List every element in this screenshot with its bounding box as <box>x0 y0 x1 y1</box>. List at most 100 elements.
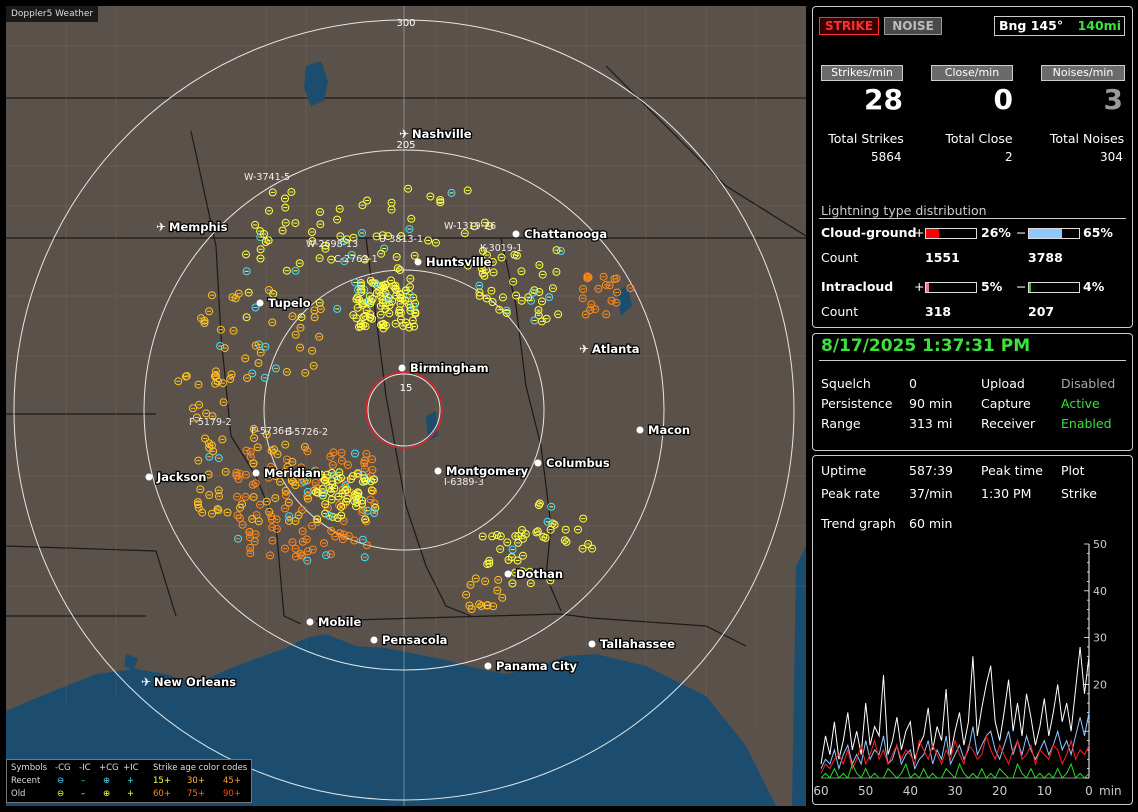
cg-positive-percent: 26% <box>981 225 1011 240</box>
strikes-per-min-value: 28 <box>864 83 903 116</box>
trend-x-tick-label: 30 <box>947 784 962 798</box>
city-columbus: Columbus <box>534 455 611 471</box>
city-label: Tallahassee <box>600 637 675 651</box>
trend-graph-value[interactable]: 60 min <box>909 516 952 531</box>
cg-negative-percent: 65% <box>1083 225 1113 240</box>
bearing-value: Bng 145° <box>999 18 1064 33</box>
city-dot-icon <box>534 459 542 467</box>
storm-label: E-5726-2 <box>285 427 328 438</box>
city-atlanta: ✈ Atlanta <box>579 341 641 358</box>
age-60: 60+ <box>153 789 171 799</box>
strike-button[interactable]: STRIKE <box>819 17 879 35</box>
pos-cg-old-icon: ⊕ <box>103 789 111 799</box>
peak-rate-value: 37/min <box>909 486 953 501</box>
strikes-per-min-button[interactable]: Strikes/min <box>821 65 903 81</box>
peak-time-label: Peak time <box>981 463 1043 478</box>
ic-positive-percent: 5% <box>981 279 1003 294</box>
upload-label: Upload <box>981 376 1025 391</box>
city-label: New Orleans <box>154 675 236 689</box>
city-memphis: ✈ Memphis <box>156 219 229 236</box>
legend-col-pos-cg: +CG <box>99 763 119 773</box>
city-dot-icon <box>145 473 153 481</box>
trend-series-line <box>820 762 1090 779</box>
ic-plus-sign: + <box>914 279 925 294</box>
storm-cell-labels: W-3741-5 W-1319-26 W-2698-13 U-3813-1 K-3019… <box>189 172 522 488</box>
city-dot-icon <box>414 258 422 266</box>
city-label: Tupelo <box>268 296 311 310</box>
city-label: Huntsville <box>426 255 492 269</box>
map-canvas[interactable]: 300 205 15 W-3741-5 W-1319-26 W-2698-13 U-3… <box>6 6 806 806</box>
city-label: Jackson <box>156 470 206 484</box>
cg-positive-count: 1551 <box>925 250 960 265</box>
city-dot-icon <box>512 230 520 238</box>
total-noises-value: 304 <box>1100 150 1123 164</box>
status-panel: 8/17/2025 1:37:31 PM Squelch 0 Upload Di… <box>812 333 1133 451</box>
peak-rate-label: Peak rate <box>821 486 881 501</box>
city-dot-icon <box>588 640 596 648</box>
city-label: Mobile <box>318 615 361 629</box>
age-75: 75+ <box>187 789 205 799</box>
city-dot-icon <box>370 636 378 644</box>
legend-col-neg-ic: -IC <box>79 763 91 773</box>
distance-value: 140mi <box>1077 18 1121 33</box>
city-dot-icon <box>484 662 492 670</box>
storm-label: W-3741-5 <box>244 172 290 183</box>
trend-graph: 20 30 40 50 60 50 40 30 20 10 0 min <box>813 538 1122 798</box>
close-per-min-button[interactable]: Close/min <box>931 65 1013 81</box>
receiver-label: Receiver <box>981 416 1036 431</box>
city-birmingham: Birmingham <box>398 360 490 376</box>
cg-plus-sign: + <box>914 225 925 240</box>
storm-label: U-3813-1 <box>379 234 423 245</box>
storm-label: W-1319-26 <box>444 221 496 232</box>
symbol-legend: Symbols -CG -IC +CG +IC Strike age color… <box>6 759 252 803</box>
neg-cg-recent-icon: ⊖ <box>57 776 65 786</box>
neg-ic-recent-icon: – <box>81 776 86 786</box>
noise-button[interactable]: NOISE <box>884 17 942 35</box>
total-strikes-label: Total Strikes <box>828 131 904 146</box>
noises-per-min-value: 3 <box>1103 83 1123 116</box>
city-new-orleans: ✈ New Orleans <box>141 674 237 691</box>
trend-panel: Uptime 587:39 Peak time Plot Peak rate 3… <box>812 455 1133 805</box>
persistence-label: Persistence <box>821 396 893 411</box>
pos-ic-recent-icon: + <box>127 776 135 786</box>
city-mobile: Mobile <box>306 614 363 630</box>
city-meridian: Meridian <box>252 465 322 481</box>
stats-panel: STRIKE NOISE Bng 145° 140mi Strikes/min … <box>812 6 1133 328</box>
neg-ic-old-icon: – <box>81 789 86 799</box>
ic-negative-bar <box>1028 282 1080 293</box>
trend-x-tick-label: 0 <box>1085 784 1093 798</box>
storm-label: W-2698-13 <box>306 239 358 250</box>
city-label: Montgomery <box>446 464 529 478</box>
lightning-map[interactable]: 300 205 15 W-3741-5 W-1319-26 W-2698-13 U-3… <box>6 6 806 806</box>
cg-minus-sign: − <box>1016 225 1027 240</box>
airport-icon: ✈ <box>141 675 151 689</box>
ic-minus-sign: − <box>1016 279 1027 294</box>
age-30: 30+ <box>187 776 205 786</box>
receiver-value: Enabled <box>1061 416 1112 431</box>
legend-old-label: Old <box>11 789 26 799</box>
trend-x-axis-label: min <box>1099 784 1122 798</box>
total-close-value: 2 <box>1005 150 1013 164</box>
noises-per-min-button[interactable]: Noises/min <box>1041 65 1125 81</box>
city-label: Pensacola <box>382 633 447 647</box>
ic-count-label: Count <box>821 304 859 319</box>
status-divider <box>819 360 1126 361</box>
persistence-value: 90 min <box>909 396 953 411</box>
city-label: Macon <box>648 423 690 437</box>
age-90: 90+ <box>223 789 241 799</box>
uptime-label: Uptime <box>821 463 867 478</box>
city-markers: ✈ NashvilleChattanooga✈ MemphisHuntsvilleT… <box>141 126 691 691</box>
city-dot-icon <box>256 299 264 307</box>
storm-label: I-6389-3 <box>444 477 484 488</box>
atlantic-water <box>792 546 806 806</box>
city-label: Memphis <box>169 220 228 234</box>
airport-icon: ✈ <box>156 220 166 234</box>
trend-x-tick-label: 10 <box>1037 784 1052 798</box>
plot-value[interactable]: Strike <box>1061 486 1097 501</box>
city-dot-icon <box>504 570 512 578</box>
close-per-min-value: 0 <box>993 83 1013 116</box>
upload-value: Disabled <box>1061 376 1116 391</box>
city-chattanooga: Chattanooga <box>512 226 608 242</box>
trend-y-tick-label: 40 <box>1093 585 1107 598</box>
ic-negative-percent: 4% <box>1083 279 1105 294</box>
